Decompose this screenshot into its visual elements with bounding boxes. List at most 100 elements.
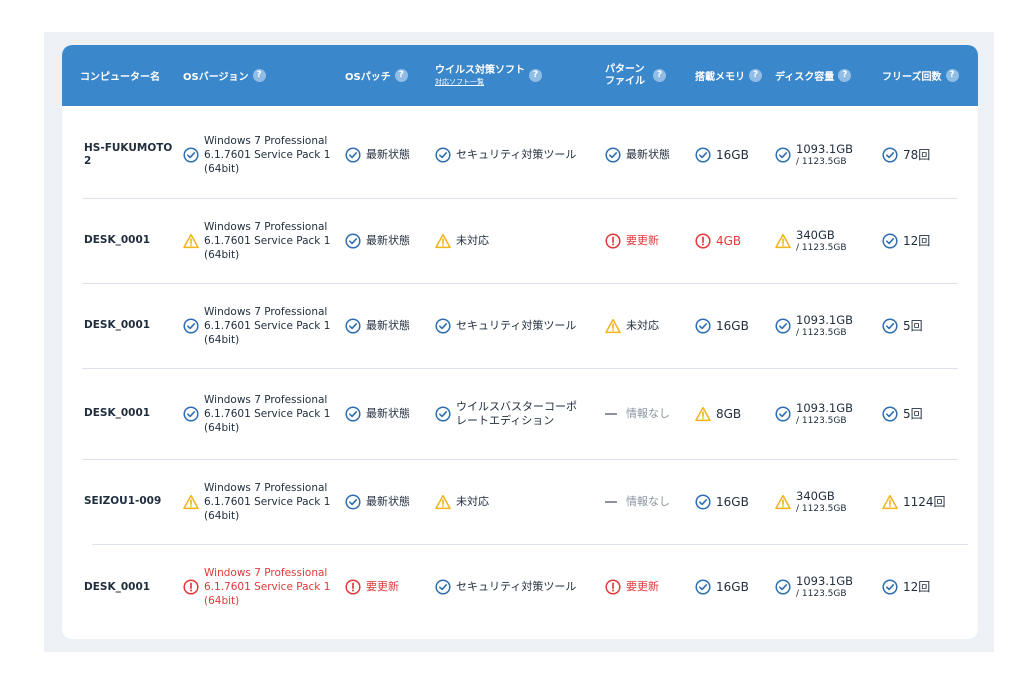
table-row[interactable]: DESK_0001 Windows 7 Professional 6.1.7601 … [62,198,978,283]
freeze-count-cell: 5回 [882,368,923,459]
disk-cell: 340GB/ 1123.5GB [775,459,847,544]
check-circle-icon [345,232,361,249]
help-icon[interactable]: ? [653,69,666,82]
check-circle-icon [345,317,361,334]
table-header: コンピューター名 OSバージョン ? OSパッチ ? ウイルス対策ソフト 対応ソ… [62,45,978,106]
warning-triangle-icon [183,494,199,510]
antivirus-list-link[interactable]: 対応ソフト一覧 [435,77,525,87]
warning-triangle-icon [605,318,621,334]
table-row[interactable]: SEIZOU1-009 Windows 7 Professional 6.1.760… [62,459,978,544]
help-icon[interactable]: ? [394,69,408,82]
check-circle-icon [435,579,451,595]
warning-triangle-icon [183,233,199,249]
header-freeze-count: フリーズ回数 ? [882,45,959,106]
error-circle-icon [345,579,361,595]
check-circle-icon [775,405,791,422]
check-circle-icon [695,317,711,334]
memory-cell: 16GB [695,283,749,368]
os-version-cell: Windows 7 Professional 6.1.7601 Service P… [183,198,330,283]
check-circle-icon [183,317,199,334]
check-circle-icon [882,317,898,334]
check-circle-icon [435,317,451,334]
header-computer-name: コンピューター名 [80,72,160,83]
os-patch-cell: 最新状態 [345,283,410,368]
antivirus-cell: セキュリティ対策ツール [435,544,576,630]
memory-cell: 16GB [695,544,749,630]
antivirus-cell: セキュリティ対策ツール [435,283,576,368]
memory-cell: 4GB [695,198,741,283]
error-circle-icon [695,232,711,249]
check-circle-icon [882,405,898,422]
error-circle-icon [605,232,621,249]
check-circle-icon [183,146,199,163]
freeze-count-cell: 5回 [882,283,923,368]
warning-triangle-icon [435,494,451,510]
computer-name: SEIZOU1-009 [84,495,162,507]
antivirus-cell: ウイルスバスターコーポ レートエディション [435,368,577,459]
memory-cell: 8GB [695,368,741,459]
header-memory: 搭載メモリ ? [695,45,762,106]
computer-name: DESK_0001 [84,407,151,419]
check-circle-icon [882,146,898,163]
help-icon[interactable]: ? [252,69,266,82]
check-circle-icon [695,146,711,163]
pattern-file-cell: 要更新 [605,198,659,283]
check-circle-icon [345,493,361,510]
disk-cell: 1093.1GB/ 1123.5GB [775,283,853,368]
warning-triangle-icon [775,233,791,249]
check-circle-icon [435,405,451,422]
warning-triangle-icon [695,406,711,422]
dash-icon [605,412,617,415]
freeze-count-cell: 12回 [882,544,930,630]
error-circle-icon [183,579,199,595]
freeze-count-cell: 1124回 [882,459,946,544]
pattern-file-cell: 情報なし [605,459,670,544]
os-patch-cell: 要更新 [345,544,399,630]
check-circle-icon [882,232,898,249]
os-version-cell: Windows 7 Professional 6.1.7601 Service P… [183,368,330,459]
check-circle-icon [775,579,791,595]
check-circle-icon [695,579,711,595]
pattern-file-cell: 情報なし [605,368,670,459]
memory-cell: 16GB [695,111,749,198]
os-patch-cell: 最新状態 [345,368,410,459]
check-circle-icon [345,405,361,422]
table-row[interactable]: DESK_0001 Windows 7 Professional 6.1.7601 … [62,544,978,630]
check-circle-icon [605,146,621,163]
disk-cell: 1093.1GB/ 1123.5GB [775,368,853,459]
help-icon[interactable]: ? [749,69,762,82]
freeze-count-cell: 78回 [882,111,930,198]
os-patch-cell: 最新状態 [345,198,410,283]
table-row[interactable]: DESK_0001 Windows 7 Professional 6.1.7601 … [62,368,978,459]
computer-name: HS-FUKUMOTO2 [84,141,173,167]
check-circle-icon [183,405,199,422]
os-version-cell: Windows 7 Professional 6.1.7601 Service P… [183,283,330,368]
error-circle-icon [605,579,621,595]
os-patch-cell: 最新状態 [345,111,410,198]
table-row[interactable]: HS-FUKUMOTO2 Windows 7 Professional 6.1.76… [62,111,978,198]
check-circle-icon [435,146,451,163]
os-version-cell: Windows 7 Professional 6.1.7601 Service P… [183,111,330,198]
table-row[interactable]: DESK_0001 Windows 7 Professional 6.1.7601 … [62,283,978,368]
check-circle-icon [775,146,791,163]
help-icon[interactable]: ? [838,69,852,82]
help-icon[interactable]: ? [529,69,542,82]
antivirus-cell: セキュリティ対策ツール [435,111,576,198]
header-pattern-file: パターン ファイル ? [605,45,666,106]
freeze-count-cell: 12回 [882,198,930,283]
os-patch-cell: 最新状態 [345,459,410,544]
header-os-version: OSバージョン ? [183,45,266,106]
pattern-file-cell: 未対応 [605,283,659,368]
check-circle-icon [882,579,898,595]
antivirus-cell: 未対応 [435,459,489,544]
disk-cell: 1093.1GB/ 1123.5GB [775,111,853,198]
memory-cell: 16GB [695,459,749,544]
check-circle-icon [695,493,711,510]
computer-name: DESK_0001 [84,319,151,331]
pattern-file-cell: 最新状態 [605,111,670,198]
warning-triangle-icon [882,494,898,510]
warning-triangle-icon [435,233,451,249]
warning-triangle-icon [775,494,791,510]
pattern-file-cell: 要更新 [605,544,659,630]
help-icon[interactable]: ? [945,69,959,82]
